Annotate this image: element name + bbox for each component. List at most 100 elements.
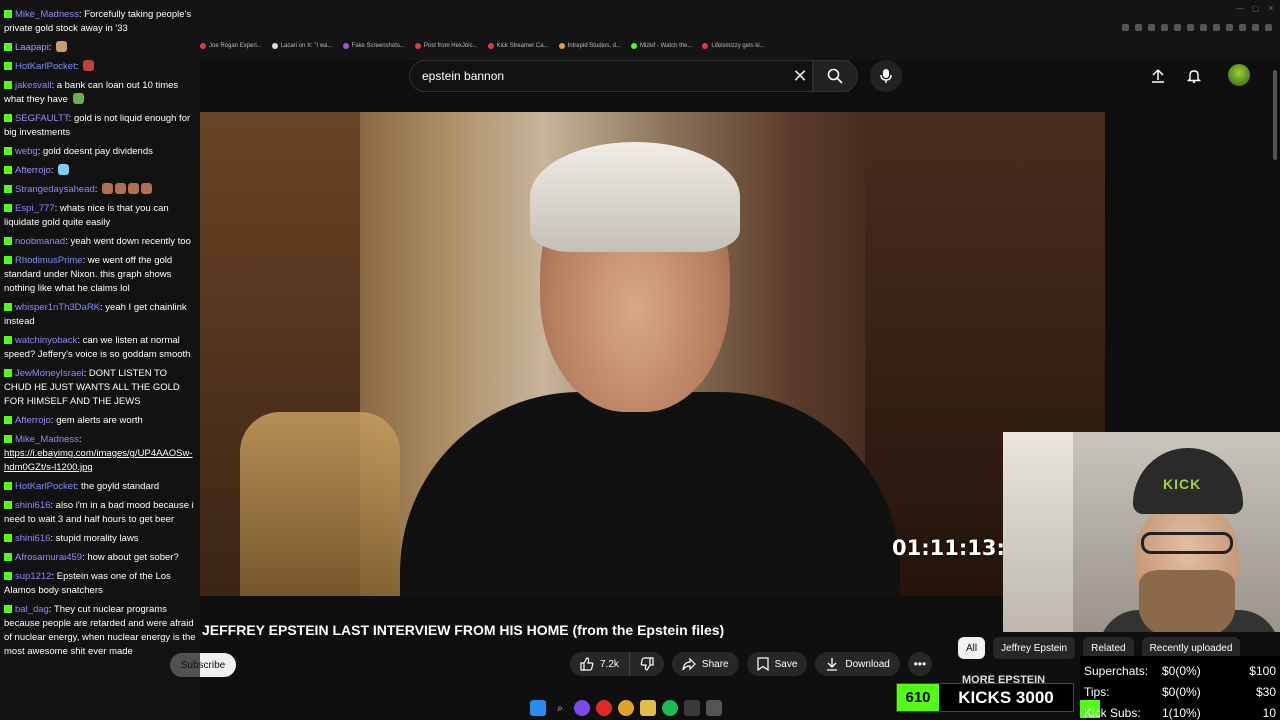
sub-badge-icon bbox=[4, 114, 12, 122]
chat-username[interactable]: sup1212 bbox=[15, 571, 51, 582]
bookmark[interactable]: Fake Screenshots... bbox=[342, 43, 405, 49]
bookmark-favicon bbox=[558, 43, 565, 49]
like-button[interactable]: 7.2k bbox=[570, 652, 630, 676]
avatar[interactable] bbox=[1228, 64, 1250, 86]
chat-link[interactable]: https://i.ebayimg.com/images/g/UP4AAOSw-… bbox=[4, 448, 193, 473]
extension-icon[interactable] bbox=[1252, 24, 1259, 31]
bookmark[interactable]: Lifeismizzy gets ki... bbox=[702, 43, 765, 49]
close-window-icon[interactable]: ✕ bbox=[1267, 4, 1274, 13]
chat-username[interactable]: SEGFAULTT bbox=[15, 113, 69, 124]
scrollbar-thumb[interactable] bbox=[1273, 70, 1277, 160]
sub-badge-icon bbox=[4, 81, 12, 89]
chat-username[interactable]: whisper1nTh3DaRK bbox=[15, 302, 100, 313]
app-icon[interactable] bbox=[574, 700, 590, 716]
chat-username[interactable]: HotKarlPocket bbox=[15, 481, 76, 492]
chat-message: Mike_Madness: https://i.ebayimg.com/imag… bbox=[4, 434, 193, 473]
emote-icon bbox=[115, 183, 127, 194]
chat-username[interactable]: shini616 bbox=[15, 533, 50, 544]
app-icon[interactable] bbox=[706, 700, 722, 716]
emote-icon bbox=[128, 183, 140, 194]
upload-button[interactable] bbox=[1146, 64, 1170, 88]
chat-message: HotKarlPocket: bbox=[4, 60, 196, 74]
chat-username[interactable]: Mike_Madness bbox=[15, 434, 79, 445]
chat-username[interactable]: Espi_777 bbox=[15, 203, 55, 214]
share-button[interactable]: Share bbox=[671, 652, 739, 676]
chrome-icon[interactable] bbox=[618, 700, 634, 716]
extension-icon[interactable] bbox=[1174, 24, 1181, 31]
bookmark[interactable]: Intrepid Studios, d... bbox=[558, 43, 621, 49]
sub-badge-icon bbox=[4, 185, 12, 193]
extension-icon[interactable] bbox=[1213, 24, 1220, 31]
maximize-icon[interactable]: ▢ bbox=[1252, 4, 1260, 13]
save-label: Save bbox=[774, 658, 798, 670]
streamer-webcam: KICK bbox=[1003, 432, 1280, 632]
download-button[interactable]: Download bbox=[815, 652, 900, 676]
extension-icon[interactable] bbox=[1226, 24, 1233, 31]
webcam-figure bbox=[1141, 532, 1233, 554]
bookmark-label: Joe Rogan Experi... bbox=[209, 43, 262, 49]
extension-icon[interactable] bbox=[1265, 24, 1272, 31]
thumbs-down-icon bbox=[640, 657, 654, 671]
chat-username[interactable]: shini616 bbox=[15, 500, 50, 511]
extension-icon[interactable] bbox=[1148, 24, 1155, 31]
chat-username[interactable]: jakesvall bbox=[15, 80, 51, 91]
bookmark[interactable]: Joe Rogan Experi... bbox=[200, 43, 262, 49]
stat-value: 1(10%) bbox=[1162, 705, 1201, 720]
chat-username[interactable]: HotKarlPocket bbox=[15, 61, 76, 72]
video-player[interactable]: 01:11:13:06 bbox=[200, 112, 1105, 596]
chat-username[interactable]: JewMoneyIsrael bbox=[15, 368, 84, 379]
chat-username[interactable]: RhodimusPrime bbox=[15, 255, 83, 266]
stat-row: Kick Subs: 1(10%) 10 bbox=[1084, 702, 1276, 720]
search-icon[interactable]: ⌕ bbox=[552, 700, 568, 716]
chat-message: Espi_777: whats nice is that you can liq… bbox=[4, 203, 169, 228]
search-query: epstein bannon bbox=[422, 69, 505, 83]
bookmark-label: Lifeismizzy gets ki... bbox=[711, 43, 765, 49]
extension-icon[interactable] bbox=[1200, 24, 1207, 31]
chat-message: Laapapi: bbox=[4, 41, 196, 55]
emote-icon bbox=[102, 183, 114, 194]
app-icon[interactable] bbox=[596, 700, 612, 716]
chip-jeffrey-epstein[interactable]: Jeffrey Epstein bbox=[993, 637, 1076, 659]
stat-value: $0(0%) bbox=[1162, 663, 1201, 678]
kicks-label-text: KICKS bbox=[958, 687, 1012, 707]
sub-badge-icon bbox=[4, 336, 12, 344]
search-input[interactable]: epstein bannon bbox=[409, 60, 849, 92]
more-options-button[interactable]: ••• bbox=[907, 652, 932, 676]
chat-username[interactable]: bal_dag bbox=[15, 604, 49, 615]
close-icon[interactable]: ✕ bbox=[790, 66, 810, 87]
spotify-icon[interactable] bbox=[662, 700, 678, 716]
notifications-button[interactable] bbox=[1182, 64, 1206, 88]
voice-search-button[interactable] bbox=[870, 60, 902, 92]
bookmark[interactable]: Post from HexJoic... bbox=[414, 43, 478, 49]
bookmark[interactable]: Mizkif - Watch the... bbox=[630, 43, 692, 49]
extension-icon[interactable] bbox=[1135, 24, 1142, 31]
bookmark[interactable]: Kick Streamer Ca... bbox=[487, 43, 549, 49]
chat-username[interactable]: Afterrojo bbox=[15, 415, 51, 426]
minimize-icon[interactable]: — bbox=[1236, 4, 1244, 13]
search-button[interactable] bbox=[812, 60, 858, 92]
bookmark[interactable]: Lacari on X: "I wa... bbox=[271, 43, 333, 49]
video-actions: 7.2k Share Save Download ••• bbox=[570, 652, 932, 676]
chat-username[interactable]: Laapapi bbox=[15, 42, 49, 53]
bookmark-label: Lacari on X: "I wa... bbox=[280, 43, 333, 49]
chat-username[interactable]: watchinyoback bbox=[15, 335, 77, 346]
chat-message: HotKarlPocket: the goyld standard bbox=[4, 480, 196, 494]
extension-icon[interactable] bbox=[1122, 24, 1129, 31]
extension-icon[interactable] bbox=[1187, 24, 1194, 31]
chat-username[interactable]: Afrosamurai459 bbox=[15, 552, 82, 563]
dislike-button[interactable] bbox=[629, 652, 664, 676]
bookmark-favicon bbox=[342, 43, 349, 49]
extension-icon[interactable] bbox=[1161, 24, 1168, 31]
chat-username[interactable]: Mike_Madness bbox=[15, 9, 79, 20]
app-icon[interactable] bbox=[684, 700, 700, 716]
chat-username[interactable]: Strangedaysahead bbox=[15, 184, 95, 195]
chat-username[interactable]: noobmanad bbox=[15, 236, 65, 247]
taskbar: ⌕ bbox=[530, 698, 722, 718]
chat-username[interactable]: webg bbox=[15, 146, 38, 157]
save-button[interactable]: Save bbox=[746, 652, 808, 676]
chip-all[interactable]: All bbox=[958, 637, 986, 659]
extension-icon[interactable] bbox=[1239, 24, 1246, 31]
chat-username[interactable]: Afterrojo bbox=[15, 165, 51, 176]
windows-start-icon[interactable] bbox=[530, 700, 546, 716]
folder-icon[interactable] bbox=[640, 700, 656, 716]
